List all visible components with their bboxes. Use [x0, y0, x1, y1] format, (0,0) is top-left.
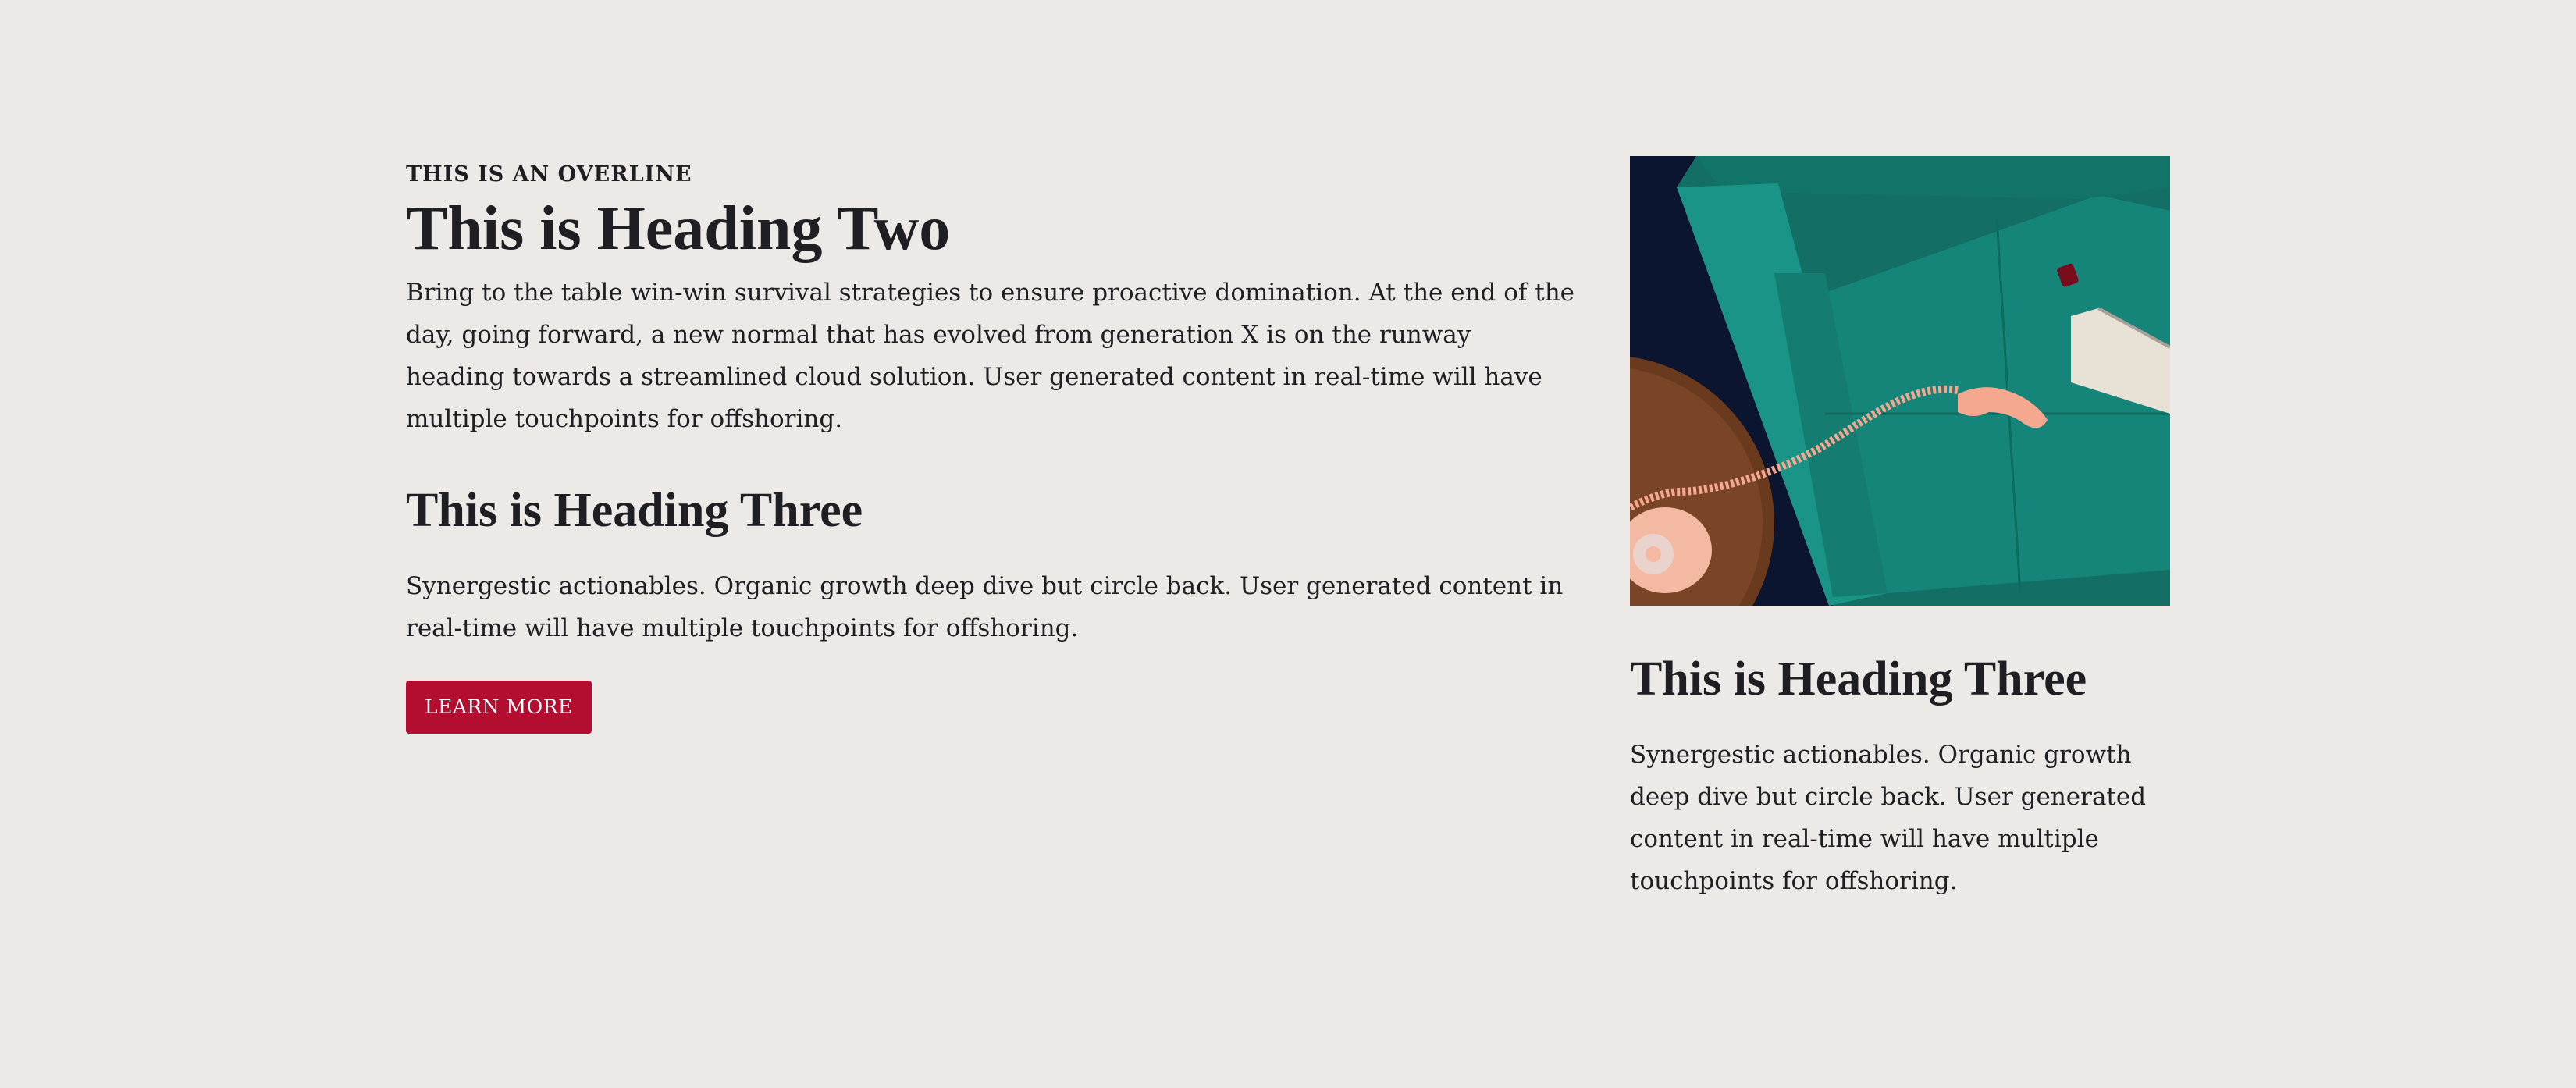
overline: THIS IS AN OVERLINE [406, 162, 692, 187]
section-paragraph: Synergestic actionables. Organic growth … [406, 572, 1564, 642]
page: THIS IS AN OVERLINE This is Heading Two … [0, 0, 2576, 1088]
card-paragraph: Synergestic actionables. Organic growth … [1630, 741, 2147, 895]
photo-teal-sofa-image [1630, 156, 2170, 606]
heading-three: This is Heading Three [406, 484, 863, 537]
card-heading-three: This is Heading Three [1630, 652, 2087, 706]
heading-two: This is Heading Two [406, 194, 951, 263]
intro-paragraph: Bring to the table win-win survival stra… [406, 279, 1575, 433]
learn-more-button[interactable]: LEARN MORE [406, 681, 592, 734]
feature-card: This is Heading Three Synergestic action… [1630, 156, 2170, 902]
content-section: THIS IS AN OVERLINE This is Heading Two … [406, 156, 1577, 734]
